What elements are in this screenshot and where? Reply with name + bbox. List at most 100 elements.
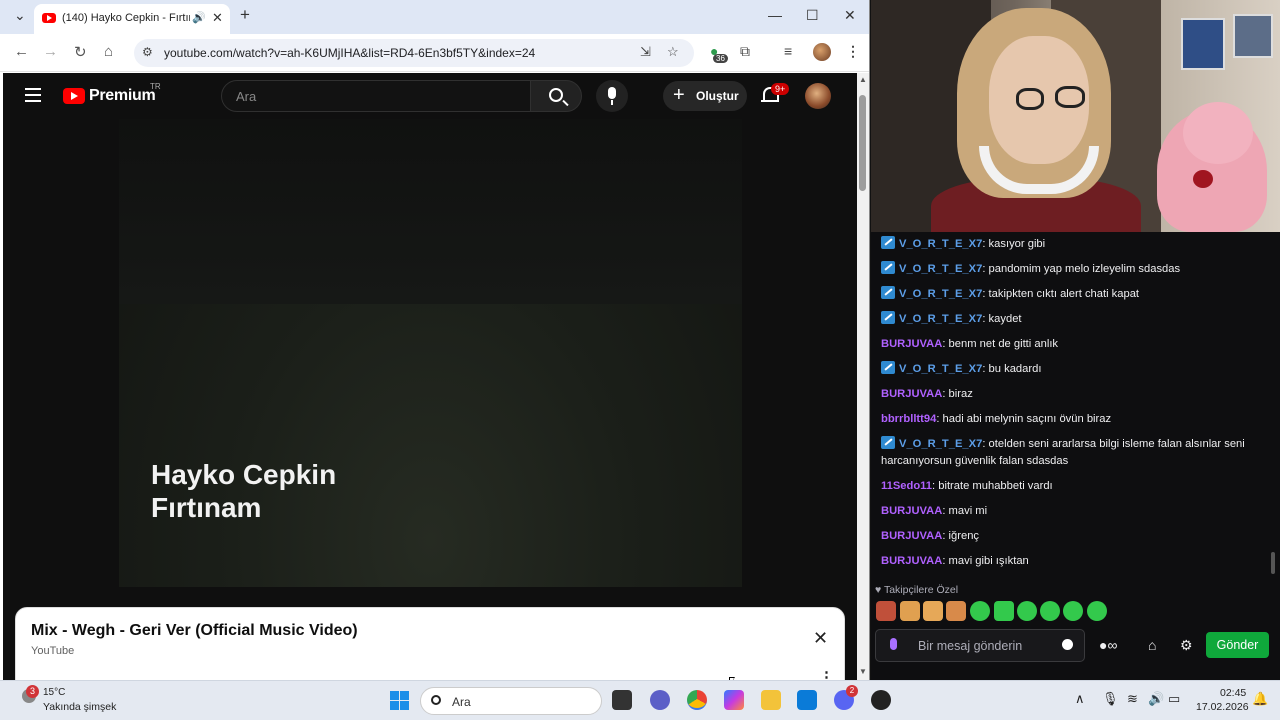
file-explorer-icon[interactable]	[761, 690, 781, 710]
media-control-icon[interactable]: ≡	[784, 43, 792, 59]
video-player[interactable]: Hayko Cepkin Fırtınam	[3, 119, 857, 587]
bookmark-star-icon[interactable]: ☆	[667, 44, 679, 60]
install-app-icon[interactable]: ⇲	[640, 44, 651, 60]
chat-app-icon[interactable]	[650, 690, 670, 710]
maximize-button[interactable]: ☐	[806, 7, 819, 24]
subscriber-badge-icon[interactable]	[881, 361, 895, 374]
glasses-icon	[1016, 88, 1044, 110]
green-emote-icon[interactable]	[1087, 601, 1107, 621]
obs-icon[interactable]	[871, 690, 891, 710]
extensions-puzzle-icon[interactable]: ⧉	[740, 43, 750, 60]
chat-scrollbar[interactable]	[1271, 552, 1275, 574]
chrome-icon[interactable]	[687, 690, 707, 710]
chat-username[interactable]: BURJUVAA	[881, 338, 942, 350]
store-icon[interactable]: ⌂	[1148, 637, 1156, 653]
chat-username[interactable]: BURJUVAA	[881, 505, 942, 517]
chat-username[interactable]: V_O_R_T_E_X7	[899, 438, 982, 450]
cat-emote-icon[interactable]	[900, 601, 920, 621]
chat-input-placeholder: Bir mesaj gönderin	[918, 639, 1023, 653]
mic-icon[interactable]	[890, 638, 897, 650]
settings-gear-icon[interactable]: ⚙	[1180, 637, 1193, 654]
chat-message: BURJUVAA: benm net de gitti anlık	[881, 336, 1261, 353]
reload-button[interactable]: ↻	[74, 43, 87, 61]
chat-username[interactable]: V_O_R_T_E_X7	[899, 263, 982, 275]
chat-username[interactable]: V_O_R_T_E_X7	[899, 238, 982, 250]
chat-message-input[interactable]: Bir mesaj gönderin	[875, 629, 1085, 662]
task-view-icon[interactable]	[612, 690, 632, 710]
chat-username[interactable]: bbrrblltt94	[881, 413, 936, 425]
wall-poster	[1181, 18, 1225, 70]
chat-username[interactable]: 11Sedo11	[881, 480, 932, 492]
green-emote-icon[interactable]	[1017, 601, 1037, 621]
voice-search-mic-icon[interactable]	[596, 80, 628, 112]
battery-icon[interactable]: ▭	[1168, 691, 1180, 707]
scroll-up-icon[interactable]: ▲	[859, 75, 867, 84]
scroll-down-icon[interactable]: ▼	[859, 667, 867, 676]
windows-start-icon[interactable]	[390, 691, 409, 710]
volume-icon[interactable]: 🔊	[1148, 691, 1164, 707]
speaker-icon[interactable]: 🔊	[192, 11, 206, 24]
wifi-icon[interactable]: ≋	[1127, 691, 1138, 707]
video-frame[interactable]: Hayko Cepkin Fırtınam	[119, 119, 742, 587]
page-scrollbar[interactable]: ▲ ▼	[857, 73, 869, 680]
new-tab-button[interactable]: +	[240, 5, 250, 25]
create-button[interactable]: + Oluştur	[663, 81, 747, 111]
back-button[interactable]: ←	[14, 43, 29, 60]
forecast: Yakında şimşek	[43, 701, 117, 713]
close-icon[interactable]: ✕	[813, 628, 828, 649]
address-bar[interactable]: ⚙ youtube.com/watch?v=ah-K6UMjIHA&list=R…	[134, 39, 694, 67]
green-emote-icon[interactable]	[1063, 601, 1083, 621]
mix-title[interactable]: Mix - Wegh - Geri Ver (Official Music Vi…	[31, 622, 358, 640]
profile-avatar[interactable]	[813, 43, 831, 61]
tray-chevron-icon[interactable]: ∧	[1075, 691, 1085, 707]
subscriber-badge-icon[interactable]	[881, 236, 895, 249]
notification-center-icon[interactable]: 🔔	[1252, 691, 1268, 707]
youtube-logo-icon[interactable]	[63, 88, 85, 104]
emote-icon[interactable]	[876, 601, 896, 621]
green-emote-icon[interactable]	[970, 601, 990, 621]
youtube-search-button[interactable]	[530, 80, 582, 112]
taskbar-search-input[interactable]: Ara	[420, 687, 602, 715]
subscriber-badge-icon[interactable]	[881, 311, 895, 324]
chat-username[interactable]: BURJUVAA	[881, 555, 942, 567]
tab-title: (140) Hayko Cepkin - Fırtınam	[62, 12, 190, 24]
minimize-button[interactable]: —	[768, 7, 782, 23]
copilot-icon[interactable]	[724, 690, 744, 710]
cat-emote-icon[interactable]	[946, 601, 966, 621]
youtube-premium-logo[interactable]: Premium	[89, 87, 156, 105]
send-button[interactable]: Gönder	[1206, 632, 1269, 658]
browser-menu-icon[interactable]: ⋮	[846, 43, 860, 60]
site-info-icon[interactable]: ⚙	[142, 45, 153, 59]
chat-username[interactable]: V_O_R_T_E_X7	[899, 313, 982, 325]
emoji-picker-icon[interactable]	[1062, 639, 1073, 650]
youtube-search-input[interactable]: Ara	[221, 80, 531, 112]
forward-button[interactable]: →	[43, 43, 58, 60]
youtube-account-avatar[interactable]	[805, 83, 831, 109]
clock-date[interactable]: 17.02.2026	[1196, 701, 1249, 713]
chat-username[interactable]: V_O_R_T_E_X7	[899, 363, 982, 375]
menu-icon[interactable]	[25, 88, 41, 102]
chat-username[interactable]: BURJUVAA	[881, 530, 942, 542]
microphone-icon[interactable]: 🎙	[1102, 691, 1119, 707]
tab-close-icon[interactable]: ✕	[212, 10, 223, 26]
subscriber-badge-icon[interactable]	[881, 261, 895, 274]
cat-emote-icon[interactable]	[923, 601, 943, 621]
green-emote-icon[interactable]	[994, 601, 1014, 621]
clock-time[interactable]: 02:45	[1220, 687, 1246, 699]
points-icon[interactable]: ●∞	[1099, 637, 1117, 653]
home-button[interactable]: ⌂	[104, 43, 113, 60]
more-options-icon[interactable]: ⋮	[819, 668, 834, 680]
chat-username[interactable]: V_O_R_T_E_X7	[899, 288, 982, 300]
subscriber-badge-icon[interactable]	[881, 286, 895, 299]
chat-text: : bu kadardı	[982, 363, 1042, 375]
store-app-icon[interactable]	[797, 690, 817, 710]
chat-text: : kasıyor gibi	[982, 238, 1046, 250]
chat-username[interactable]: BURJUVAA	[881, 388, 942, 400]
tab-youtube[interactable]: (140) Hayko Cepkin - Fırtınam 🔊 ✕	[34, 4, 230, 34]
plus-icon: +	[673, 84, 685, 106]
scrollbar-thumb[interactable]	[859, 95, 866, 191]
green-emote-icon[interactable]	[1040, 601, 1060, 621]
subscriber-badge-icon[interactable]	[881, 436, 895, 449]
window-close-button[interactable]: ✕	[844, 7, 856, 24]
tab-search-chevron-icon[interactable]: ⌄	[14, 7, 26, 24]
